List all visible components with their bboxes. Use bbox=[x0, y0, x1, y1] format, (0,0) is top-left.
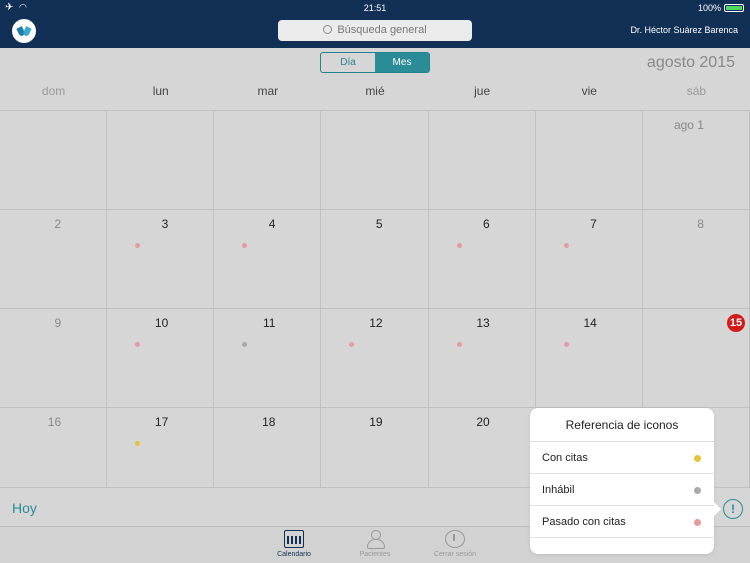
calendar-day-cell[interactable]: 13 bbox=[428, 309, 536, 408]
top-header: ✈ ◠ 21:51 100% Búsqueda general Dr. Héct… bbox=[0, 0, 750, 48]
legend-label: Con citas bbox=[542, 452, 588, 464]
weekday-label: vie bbox=[581, 84, 597, 98]
calendar-day-cell[interactable]: 17 bbox=[107, 408, 215, 488]
calendar-day-cell[interactable]: 9 bbox=[0, 309, 108, 408]
day-number: 3 bbox=[161, 217, 169, 231]
weekday-label: mar bbox=[257, 84, 279, 98]
tab-pacientes[interactable]: Pacientes bbox=[340, 530, 410, 558]
calendar-day-cell[interactable]: ago 1 bbox=[642, 111, 750, 210]
weekday-label: mié bbox=[365, 84, 385, 98]
calendar-day-cell[interactable] bbox=[107, 111, 215, 210]
legend-title: Referencia de iconos bbox=[530, 408, 714, 442]
day-number: 14 bbox=[583, 316, 597, 330]
today-badge: 15 bbox=[726, 314, 745, 332]
day-number: 5 bbox=[375, 217, 383, 231]
tab-calendario-label: Calendario bbox=[277, 551, 311, 558]
calendar-day-cell[interactable]: 11 bbox=[214, 309, 322, 408]
calendar-day-cell[interactable]: 19 bbox=[321, 408, 429, 488]
calendar-day-cell[interactable]: 3 bbox=[107, 210, 215, 309]
tab-cerrar-sesion[interactable]: Cerrar sesión bbox=[420, 530, 490, 558]
info-icon[interactable]: ! bbox=[723, 499, 743, 519]
day-number: 10 bbox=[154, 316, 169, 330]
day-number: 11 bbox=[262, 316, 276, 330]
search-placeholder: Búsqueda general bbox=[337, 24, 427, 36]
calendar-day-cell[interactable]: 8 bbox=[642, 210, 750, 309]
day-number: 13 bbox=[476, 316, 490, 330]
weekday-label: sáb bbox=[686, 84, 707, 98]
weekday-label: dom bbox=[41, 84, 66, 98]
calendar-day-cell[interactable] bbox=[214, 111, 322, 210]
day-number: 12 bbox=[369, 316, 383, 330]
tab-pacientes-label: Pacientes bbox=[359, 551, 391, 558]
calendar-day-cell[interactable]: 2 bbox=[0, 210, 108, 309]
day-number: 20 bbox=[476, 415, 490, 429]
legend-label: Pasado con citas bbox=[542, 516, 626, 528]
day-number: 9 bbox=[54, 316, 62, 330]
tab-cerrar-label: Cerrar sesión bbox=[433, 551, 476, 558]
view-month-button[interactable]: Mes bbox=[375, 53, 429, 72]
weekday-header: dom lun mar mié jue vie sáb bbox=[0, 84, 750, 102]
patients-icon bbox=[365, 530, 385, 549]
calendar-day-cell[interactable]: 15 bbox=[642, 309, 750, 408]
calendar-day-cell[interactable]: 20 bbox=[428, 408, 536, 488]
calendar-day-cell[interactable]: 10 bbox=[107, 309, 215, 408]
power-icon bbox=[445, 530, 465, 548]
calendar-day-cell[interactable]: 12 bbox=[321, 309, 429, 408]
search-input[interactable]: Búsqueda general bbox=[278, 20, 472, 41]
calendar-day-cell[interactable] bbox=[428, 111, 536, 210]
calendar-day-cell[interactable]: 6 bbox=[428, 210, 536, 309]
day-number: ago 1 bbox=[673, 118, 704, 132]
calendar-day-cell[interactable] bbox=[0, 111, 108, 210]
day-number: 7 bbox=[590, 217, 597, 231]
search-icon bbox=[323, 25, 333, 34]
status-time: 21:51 bbox=[363, 3, 387, 13]
legend-dot-icon bbox=[694, 455, 701, 462]
battery-percent: 100% bbox=[697, 3, 721, 13]
battery-icon bbox=[724, 4, 744, 12]
legend-dot-icon bbox=[694, 487, 701, 494]
appointment-dot bbox=[456, 243, 462, 248]
calendar-day-cell[interactable]: 5 bbox=[321, 210, 429, 309]
user-name[interactable]: Dr. Héctor Suárez Barenca bbox=[630, 25, 738, 35]
weekday-label: jue bbox=[474, 84, 491, 98]
view-day-button[interactable]: Día bbox=[321, 53, 375, 72]
calendar-day-cell[interactable]: 4 bbox=[214, 210, 322, 309]
today-button[interactable]: Hoy bbox=[12, 500, 37, 516]
day-number: 17 bbox=[154, 415, 169, 429]
calendar-day-cell[interactable]: 14 bbox=[535, 309, 643, 408]
calendar-day-cell[interactable] bbox=[321, 111, 429, 210]
calendar-day-cell[interactable]: 18 bbox=[214, 408, 322, 488]
legend-row: Inhábil bbox=[530, 474, 714, 506]
legend-row: Pasado con citas bbox=[530, 506, 714, 538]
calendar-day-cell[interactable]: 16 bbox=[0, 408, 108, 488]
day-number: 8 bbox=[697, 217, 704, 231]
appointment-dot bbox=[456, 342, 462, 347]
appointment-dot bbox=[563, 342, 569, 347]
appointment-dot bbox=[563, 243, 569, 248]
day-number: 6 bbox=[483, 217, 490, 231]
calendar-day-cell[interactable] bbox=[535, 111, 643, 210]
calendar-icon bbox=[284, 530, 304, 548]
day-number: 16 bbox=[47, 415, 62, 429]
status-bar: ✈ ◠ 21:51 100% bbox=[0, 0, 750, 16]
legend-dot-icon bbox=[694, 519, 701, 526]
day-number: 18 bbox=[262, 415, 276, 429]
day-number: 2 bbox=[54, 217, 62, 231]
calendar-day-cell[interactable]: 7 bbox=[535, 210, 643, 309]
app-logo[interactable] bbox=[12, 19, 36, 43]
legend-row: Con citas bbox=[530, 442, 714, 474]
legend-label: Inhábil bbox=[542, 484, 575, 496]
day-number: 4 bbox=[268, 217, 276, 231]
popover-arrow bbox=[713, 501, 721, 517]
tab-calendario[interactable]: Calendario bbox=[259, 530, 329, 558]
day-number: 19 bbox=[369, 415, 383, 429]
weekday-label: lun bbox=[152, 84, 169, 98]
icon-legend-popover: Referencia de iconos Con citas Inhábil Pas… bbox=[530, 408, 721, 554]
month-title: agosto 2015 bbox=[646, 54, 735, 71]
view-toggle: Día Mes bbox=[320, 52, 430, 73]
